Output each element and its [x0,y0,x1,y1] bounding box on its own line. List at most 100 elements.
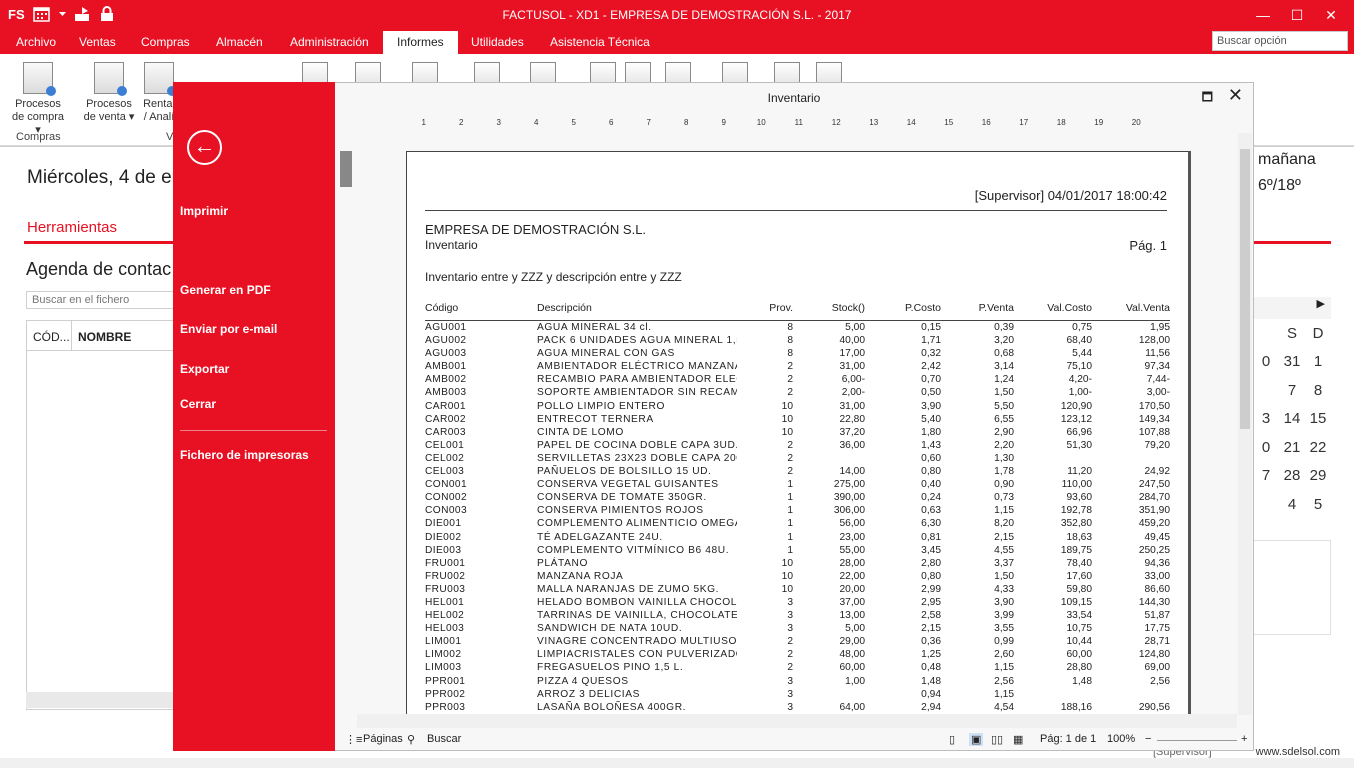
menu-cerrar[interactable]: Cerrar [180,397,216,411]
menu-archivo[interactable]: Archivo [16,35,56,49]
table-row: CAR002 ENTRECOT TERNERA 10 22,80 5,40 6,55 123… [425,413,1170,425]
preview-status-bar: ⋮≡ Páginas ⚲ Buscar ▯ ▣ ▯▯ ▦ Pág: 1 de 1… [335,729,1253,751]
page-info: Pág: 1 de 1 [1040,733,1097,745]
purchase-processes-button[interactable]: Procesos de compra ▾ [8,62,68,137]
title-bar: FS FACTUSOL - XD1 - EMPRESA DE DEMOSTRAC… [0,0,1354,31]
table-row: AGU002 PACK 6 UNIDADES AGUA MINERAL 1,5 8 4… [425,335,1170,347]
menu-asistencia-tecnica[interactable]: Asistencia Técnica [550,35,650,49]
zoom-level: 100% [1107,733,1136,745]
minimize-button[interactable]: — [1246,4,1280,26]
table-row: CAR003 CINTA DE LOMO 10 37,20 1,80 2,90 66,96 1… [425,426,1170,438]
menu-compras[interactable]: Compras [141,35,190,49]
table-header: Código Descripción Prov. Stock() P.Costo… [425,302,1170,321]
website-link[interactable]: www.sdelsol.com [1256,746,1340,758]
table-row: CON001 CONSERVA VEGETAL GUISANTES 1 275,00 0… [425,479,1170,491]
vertical-scrollbar[interactable] [1238,133,1252,715]
mini-calendar: ▶ SD 0 31 1 78 3 14 15 0 21 22 7 28 29 45 [1253,297,1331,519]
report-name: Inventario [425,238,478,252]
menu-utilidades[interactable]: Utilidades [471,35,524,49]
company-name: EMPRESA DE DEMOSTRACIÓN S.L. [425,222,647,237]
pages-button[interactable]: Páginas [363,733,403,745]
page-width-icon[interactable]: ▣ [969,733,984,746]
agenda-title: Agenda de contac [26,259,172,279]
two-pages-icon[interactable]: ▯▯ [991,733,1003,746]
table-row: CEL001 PAPEL DE COCINA DOBLE CAPA 3UD. 2 36… [425,439,1170,451]
table-row: DIE002 TÉ ADELGAZANTE 24U. 1 23,00 0,81 2,15 1… [425,531,1170,543]
search-button[interactable]: Buscar [427,733,461,745]
back-arrow-icon[interactable]: ← [187,130,222,165]
zoom-slider[interactable] [1157,740,1237,741]
document-user-icon [94,62,127,96]
menu-administracion[interactable]: Administración [290,35,369,49]
table-row: HEL002 TARRINAS DE VAINILLA, CHOCOLATE 3 13… [425,610,1170,622]
table-row: CAR001 POLLO LIMPIO ENTERO 10 31,00 3,90 5,50… [425,400,1170,412]
rental-analysis-button[interactable]: Rental / Analí [141,62,177,124]
weather-label: mañana [1258,151,1316,168]
table-row: CON002 CONSERVA DE TOMATE 350GR. 1 390,00 0,… [425,492,1170,504]
document-user-icon [23,62,56,96]
zoom-out-icon[interactable]: − [1145,733,1151,745]
ribbon-group-compras: Compras [16,131,61,143]
side-panel [1253,540,1331,635]
weather-temps: 6º/18º [1258,177,1301,194]
close-button[interactable]: ✕ [1314,4,1348,26]
maximize-icon[interactable]: 🗖 [1202,88,1213,109]
menu-enviar-email[interactable]: Enviar por e-mail [180,322,277,336]
menu-almacen[interactable]: Almacén [216,35,263,49]
contacts-grid: CÓD... NOMBRE [26,320,174,710]
menu-exportar[interactable]: Exportar [180,362,229,376]
table-row: PPR002 ARROZ 3 DELICIAS 3 0,94 1,15 [425,688,1014,700]
table-row: FRU001 PLÁTANO 10 28,00 2,80 3,37 78,40 94,36 [425,557,1170,569]
pages-icon[interactable]: ⋮≡ [345,733,362,746]
maximize-button[interactable]: ☐ [1280,4,1314,26]
table-row: LIM002 LIMPIACRISTALES CON PULVERIZADO 2 48… [425,649,1170,661]
table-row: AMB003 SOPORTE AMBIENTADOR SIN RECAM 2 2,00… [425,387,1170,399]
report-preview-window: Inventario 🗖 ✕ 1 2 3 4 5 6 7 8 9 10 11 12 13 14 15 16 17… [335,82,1254,751]
table-row: HEL003 SANDWICH DE NATA 10UD. 3 5,00 2,15 3,5… [425,623,1170,635]
menu-bar: Archivo Ventas Compras Almacén Administr… [0,31,1354,54]
column-code[interactable]: CÓD... [27,321,72,350]
binoculars-icon[interactable]: ⚲ [407,733,415,746]
table-row: FRU003 MALLA NARANJAS DE ZUMO 5KG. 10 20,00… [425,583,1170,595]
tools-tab[interactable]: Herramientas [27,219,117,236]
table-row: FRU002 MANZANA ROJA 10 22,00 0,80 1,50 17,60 33… [425,570,1170,582]
report-page: [Supervisor] 04/01/2017 18:00:42 EMPRESA… [406,151,1191,715]
menu-fichero-impresoras[interactable]: Fichero de impresoras [180,448,309,462]
search-file-input[interactable]: Buscar en el fichero [26,291,174,309]
zoom-in-icon[interactable]: + [1241,733,1247,745]
window-title: FACTUSOL - XD1 - EMPRESA DE DEMOSTRACIÓN… [502,8,852,22]
table-row: HEL001 HELADO BOMBON VAINILLA CHOCOLA 3 37,… [425,596,1170,608]
horizontal-scrollbar[interactable] [357,714,1237,728]
table-row: LIM003 FREGASUELOS PINO 1,5 L. 2 60,00 0,48 1… [425,662,1170,674]
menu-informes[interactable]: Informes [383,31,458,54]
page-number: Pág. 1 [1129,238,1167,253]
horizontal-scrollbar[interactable] [26,692,174,708]
table-row: CEL002 SERVILLETAS 23X23 DOBLE CAPA 200 2 0… [425,452,1014,464]
single-page-icon[interactable]: ▯ [949,733,955,746]
multi-page-icon[interactable]: ▦ [1013,733,1023,746]
preview-title: Inventario [767,91,821,105]
chart-icon [144,62,177,96]
column-name[interactable]: NOMBRE [72,321,137,350]
table-row: AGU001 AGUA MINERAL 34 cl. 8 5,00 0,15 0,39 0,… [425,322,1170,333]
table-row: PPR001 PIZZA 4 QUESOS 3 1,00 1,48 2,56 1,48 2,5… [425,675,1170,687]
table-row: LIM001 VINAGRE CONCENTRADO MULTIUSOS 2 29,0… [425,636,1170,648]
current-date: Miércoles, 4 de en [27,167,183,188]
sales-processes-button[interactable]: Procesos de venta ▾ [80,62,138,124]
table-row: CEL003 PAÑUELOS DE BOLSILLO 15 UD. 2 14,00 0… [425,466,1170,478]
table-row: AMB001 AMBIENTADOR ELÉCTRICO MANZANA 2 31,0… [425,361,1170,373]
menu-imprimir[interactable]: Imprimir [180,204,228,218]
vertical-ruler [340,151,352,711]
report-stamp: [Supervisor] 04/01/2017 18:00:42 [974,188,1167,203]
table-row: DIE001 COMPLEMENTO ALIMENTICIO OMEGA 1 56,0… [425,518,1170,530]
table-row: AGU003 AGUA MINERAL CON GAS 8 17,00 0,32 0,68… [425,348,1170,360]
menu-generar-pdf[interactable]: Generar en PDF [180,283,271,297]
close-icon[interactable]: ✕ [1228,85,1243,106]
menu-ventas[interactable]: Ventas [79,35,116,49]
report-filter: Inventario entre y ZZZ y descripción ent… [425,270,682,284]
calendar-next-icon[interactable]: ▶ [1253,297,1331,319]
search-option-input[interactable]: Buscar opción [1212,31,1348,51]
table-row: AMB002 RECAMBIO PARA AMBIENTADOR ELEC 2 6,0… [425,374,1170,386]
print-side-menu: ← Imprimir Generar en PDF Enviar por e-m… [173,82,335,751]
inventory-table: Código Descripción Prov. Stock() P.Costo… [425,302,1170,714]
